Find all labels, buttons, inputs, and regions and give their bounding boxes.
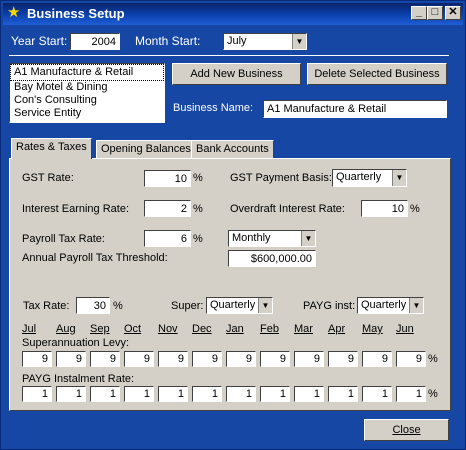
month-label: Apr	[328, 323, 346, 335]
payg-instalment-cell[interactable]: 1	[396, 386, 426, 402]
payroll-tax-input[interactable]: 6	[144, 230, 191, 247]
business-list[interactable]: A1 Manufacture & Retail Bay Motel & Dini…	[9, 63, 165, 123]
super-label: Super:	[171, 300, 204, 312]
interest-earning-input[interactable]: 2	[144, 200, 191, 217]
chevron-down-icon[interactable]: ▼	[258, 298, 272, 313]
percent-label: %	[193, 172, 203, 184]
tab-opening-balances[interactable]: Opening Balances	[96, 140, 196, 159]
payg-instalment-cell[interactable]: 1	[226, 386, 256, 402]
super-levy-cell[interactable]: 9	[124, 351, 154, 367]
business-name-label: Business Name:	[173, 102, 254, 114]
percent-label: %	[193, 203, 203, 215]
add-business-button[interactable]: Add New Business	[172, 63, 301, 85]
list-item[interactable]: Bay Motel & Dining	[10, 81, 164, 94]
super-levy-cell[interactable]: 9	[328, 351, 358, 367]
month-label: Sep	[90, 323, 110, 335]
tab-rates-taxes[interactable]: Rates & Taxes	[11, 138, 92, 159]
percent-label: %	[428, 353, 438, 365]
payg-instalment-cell[interactable]: 1	[192, 386, 222, 402]
chevron-down-icon[interactable]: ▼	[301, 231, 315, 246]
list-item[interactable]: A1 Manufacture & Retail	[10, 64, 164, 81]
close-button[interactable]: Close	[364, 419, 449, 441]
month-label: Jul	[22, 323, 37, 335]
maximize-button[interactable]: □	[427, 6, 443, 20]
delete-business-button[interactable]: Delete Selected Business	[307, 63, 447, 85]
month-label: May	[362, 323, 383, 335]
overdraft-input[interactable]: 10	[361, 200, 408, 217]
chevron-down-icon[interactable]: ▼	[409, 298, 423, 313]
star-icon: ★	[7, 4, 21, 21]
percent-label: %	[113, 300, 123, 312]
business-name-input[interactable]: A1 Manufacture & Retail	[263, 100, 447, 118]
payroll-frequency-value: Monthly	[232, 232, 271, 244]
percent-label: %	[193, 233, 203, 245]
percent-label: %	[428, 388, 438, 400]
tax-rate-input[interactable]: 30	[76, 297, 110, 314]
super-levy-cell[interactable]: 9	[396, 351, 426, 367]
title-bar[interactable]: ★ Business Setup _ □ ✕	[3, 3, 463, 25]
gst-basis-label: GST Payment Basis:	[230, 172, 332, 184]
month-start-value: July	[227, 35, 247, 47]
month-label: Feb	[260, 323, 279, 335]
year-start-input[interactable]: 2004	[70, 33, 120, 50]
super-levy-cell[interactable]: 9	[294, 351, 324, 367]
payg-instalment-cell[interactable]: 1	[260, 386, 290, 402]
tax-rate-label: Tax Rate:	[23, 300, 70, 312]
threshold-input[interactable]: $600,000.00	[228, 250, 316, 267]
payroll-frequency-select[interactable]: Monthly ▼	[228, 230, 316, 247]
chevron-down-icon[interactable]: ▼	[392, 170, 406, 186]
super-select[interactable]: Quarterly ▼	[206, 297, 273, 314]
tab-bank-accounts[interactable]: Bank Accounts	[191, 140, 274, 159]
percent-label: %	[410, 203, 420, 215]
payg-value: Quarterly	[361, 299, 407, 311]
payg-instalment-cell[interactable]: 1	[158, 386, 188, 402]
list-item[interactable]: Service Entity	[10, 107, 164, 120]
super-levy-cell[interactable]: 9	[158, 351, 188, 367]
payg-instalment-cell[interactable]: 1	[328, 386, 358, 402]
list-item[interactable]: Con's Consulting	[10, 94, 164, 107]
window-title: Business Setup	[27, 6, 125, 21]
super-levy-cell[interactable]: 9	[226, 351, 256, 367]
super-levy-cell[interactable]: 9	[192, 351, 222, 367]
payroll-tax-label: Payroll Tax Rate:	[22, 233, 105, 245]
super-levy-cell[interactable]: 9	[22, 351, 52, 367]
month-label: Nov	[158, 323, 178, 335]
overdraft-label: Overdraft Interest Rate:	[230, 203, 345, 215]
payg-instalment-cell[interactable]: 1	[90, 386, 120, 402]
close-window-button[interactable]: ✕	[445, 6, 461, 20]
threshold-label: Annual Payroll Tax Threshold:	[22, 252, 168, 264]
gst-basis-select[interactable]: Quarterly ▼	[332, 169, 407, 187]
payg-select[interactable]: Quarterly ▼	[357, 297, 424, 314]
super-levy-cell[interactable]: 9	[90, 351, 120, 367]
interest-earning-label: Interest Earning Rate:	[22, 203, 130, 215]
minimize-button[interactable]: _	[411, 6, 427, 20]
super-levy-label: Superannuation Levy:	[22, 337, 130, 349]
payg-instalment-label: PAYG Instalment Rate:	[22, 373, 135, 385]
payg-instalment-cell[interactable]: 1	[124, 386, 154, 402]
payg-instalment-cell[interactable]: 1	[362, 386, 392, 402]
business-setup-window: ★ Business Setup _ □ ✕ Year Start: 2004 …	[0, 0, 466, 450]
month-label: Jan	[226, 323, 244, 335]
super-value: Quarterly	[210, 299, 256, 311]
payg-instalment-cell[interactable]: 1	[56, 386, 86, 402]
month-label: Aug	[56, 323, 76, 335]
month-label: Oct	[124, 323, 142, 335]
super-levy-cell[interactable]: 9	[56, 351, 86, 367]
super-levy-cell[interactable]: 9	[362, 351, 392, 367]
payg-label: PAYG inst:	[303, 300, 356, 312]
month-label: Mar	[294, 323, 313, 335]
gst-basis-value: Quarterly	[336, 171, 382, 183]
month-label: Dec	[192, 323, 212, 335]
payg-instalment-cell[interactable]: 1	[22, 386, 52, 402]
payg-instalment-cell[interactable]: 1	[294, 386, 324, 402]
gst-rate-label: GST Rate:	[22, 172, 74, 184]
gst-rate-input[interactable]: 10	[144, 170, 191, 187]
month-start-select[interactable]: July ▼	[223, 33, 307, 50]
year-start-label: Year Start:	[11, 34, 68, 48]
month-label: Jun	[396, 323, 414, 335]
super-levy-cell[interactable]: 9	[260, 351, 290, 367]
chevron-down-icon[interactable]: ▼	[292, 34, 306, 49]
divider	[9, 55, 449, 56]
month-start-label: Month Start:	[135, 34, 201, 48]
